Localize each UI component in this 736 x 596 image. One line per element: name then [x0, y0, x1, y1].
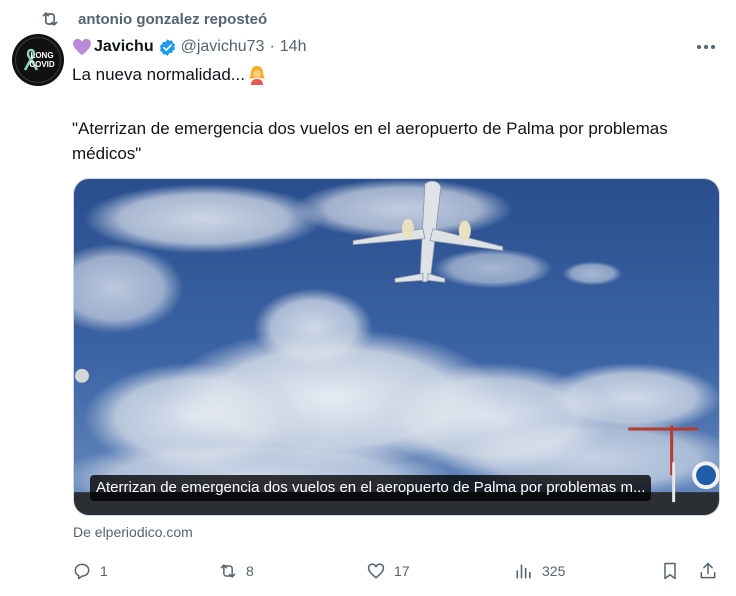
card-caption: Aterrizan de emergencia dos vuelos en el… — [90, 475, 652, 501]
share-button[interactable] — [698, 558, 726, 584]
like-count: 17 — [394, 563, 410, 579]
repost-icon — [42, 12, 58, 26]
repost-count: 8 — [246, 563, 254, 579]
reply-count: 1 — [100, 563, 108, 579]
views-count: 325 — [542, 563, 566, 579]
avatar-text: LONG COVID — [29, 51, 55, 69]
purple-heart-emoji-icon — [73, 38, 91, 56]
woman-emoji-icon — [248, 66, 265, 85]
tweet-text-line1: La nueva normalidad... — [72, 64, 267, 86]
more-options-button[interactable] — [694, 36, 718, 58]
bookmark-button[interactable] — [660, 558, 688, 584]
airplane-photo — [74, 179, 719, 515]
reply-button[interactable]: 1 — [72, 558, 108, 584]
bookmark-icon — [664, 562, 676, 580]
avatar[interactable]: LONG COVID — [12, 34, 64, 86]
reply-icon — [74, 563, 90, 580]
repost-text: antonio gonzalez reposteó — [78, 10, 268, 28]
card-source[interactable]: De elperiodico.com — [73, 524, 193, 540]
verified-badge-icon — [159, 38, 175, 56]
repost-indicator[interactable]: antonio gonzalez reposteó — [40, 8, 267, 30]
action-bar: 1 8 17 325 — [72, 558, 722, 584]
heart-icon — [367, 563, 385, 579]
separator-dot: · — [269, 38, 275, 55]
tweet-quote-text: "Aterrizan de emergencia dos vuelos en e… — [72, 119, 668, 163]
views-button[interactable]: 325 — [514, 558, 565, 584]
author-name[interactable]: Javichu — [94, 38, 154, 56]
share-icon — [700, 562, 716, 579]
link-card[interactable]: Aterrizan de emergencia dos vuelos en el… — [73, 178, 720, 516]
views-chart-icon — [516, 564, 531, 579]
repost-button[interactable]: 8 — [218, 558, 254, 584]
tweet-text: La nueva normalidad... — [72, 65, 245, 84]
timestamp[interactable]: 14h — [280, 38, 307, 56]
tweet-header: Javichu @javichu73 · 14h — [72, 36, 306, 58]
repost-icon — [220, 564, 236, 578]
author-handle[interactable]: @javichu73 — [181, 38, 265, 56]
like-button[interactable]: 17 — [366, 558, 410, 584]
more-icon — [697, 45, 715, 49]
